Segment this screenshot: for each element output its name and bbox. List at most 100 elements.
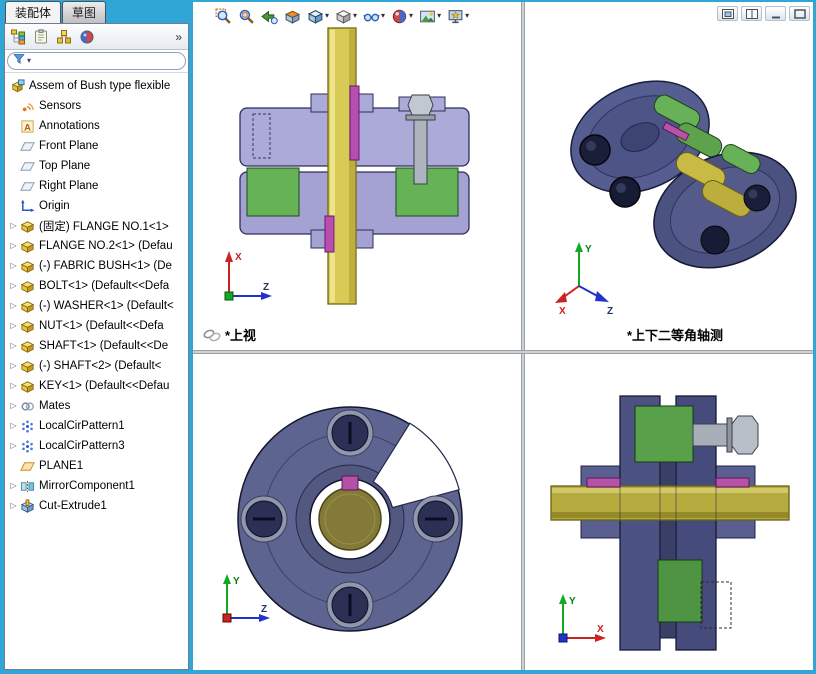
dropdown-caret-icon[interactable]: ▾ — [325, 12, 329, 20]
zoom-area-icon[interactable] — [236, 6, 257, 27]
view-link-icon — [203, 329, 221, 342]
tree-item-mirrorcomponent1[interactable]: ▷ MirrorComponent1 — [5, 476, 188, 496]
view-orientation-icon[interactable]: ▾ — [305, 6, 331, 27]
tree-item-flange-no-2-1-defau[interactable]: ▷ FLANGE NO.2<1> (Defau — [5, 236, 188, 256]
pattern-icon — [20, 439, 35, 454]
feature-tree: Assem of Bush type flexible Sensors A Anno… — [5, 73, 188, 669]
tree-item-shaft-2-default[interactable]: ▷ (-) SHAFT<2> (Default< — [5, 356, 188, 376]
expand-arrow-icon[interactable]: ▷ — [7, 402, 20, 410]
expand-arrow-icon[interactable]: ▷ — [7, 442, 20, 450]
expand-arrow-icon[interactable]: ▷ — [7, 302, 20, 310]
tree-item-localcirpattern3[interactable]: ▷ LocalCirPattern3 — [5, 436, 188, 456]
viewport-pane-top-view[interactable]: X Z *上视 — [193, 2, 521, 350]
tree-item-label: Top Plane — [39, 160, 91, 172]
tree-item-localcirpattern1[interactable]: ▷ LocalCirPattern1 — [5, 416, 188, 436]
viewport-vertical-splitter[interactable] — [521, 2, 525, 670]
view-settings-icon[interactable]: ▾ — [445, 6, 471, 27]
expand-arrow-icon[interactable]: ▷ — [7, 482, 20, 490]
expand-arrow-icon[interactable]: ▷ — [7, 262, 20, 270]
tree-item-fabric-bush-1-de[interactable]: ▷ (-) FABRIC BUSH<1> (De — [5, 256, 188, 276]
expand-arrow-icon[interactable]: ▷ — [7, 282, 20, 290]
expand-arrow-icon[interactable]: ▷ — [7, 242, 20, 250]
dropdown-caret-icon[interactable]: ▾ — [409, 12, 413, 20]
tree-item-front-plane[interactable]: Front Plane — [5, 136, 188, 156]
filter-funnel-icon[interactable] — [13, 52, 25, 70]
viewport-pane-dimetric-view[interactable]: Y X Z *上下二等角轴测 — [525, 2, 813, 350]
viewport-horizontal-splitter[interactable] — [193, 350, 813, 354]
restore-pane-icon[interactable] — [717, 6, 738, 21]
cut-icon — [20, 498, 35, 514]
svg-text:Z: Z — [607, 306, 613, 317]
tree-item-washer-1-default[interactable]: ▷ (-) WASHER<1> (Default< — [5, 296, 188, 316]
tree-item-right-plane[interactable]: Right Plane — [5, 176, 188, 196]
featuremanager-tree-icon[interactable] — [8, 27, 28, 47]
display-style-icon[interactable]: ▾ — [333, 6, 359, 27]
tree-item-plane1[interactable]: PLANE1 — [5, 456, 188, 476]
dropdown-caret-icon[interactable]: ▾ — [465, 12, 469, 20]
maximize-window-icon[interactable] — [789, 6, 810, 21]
expand-arrow-icon[interactable]: ▷ — [7, 222, 20, 230]
dropdown-caret-icon[interactable]: ▾ — [437, 12, 441, 20]
tree-item-label: Mates — [39, 400, 71, 412]
expand-arrow-icon[interactable]: ▷ — [7, 322, 20, 330]
previous-view-icon[interactable] — [259, 6, 280, 27]
toolbar-overflow-chevron[interactable]: » — [172, 31, 185, 43]
displaymanager-icon[interactable] — [77, 27, 97, 47]
part-icon — [20, 279, 35, 294]
expand-arrow-icon[interactable]: ▷ — [7, 362, 20, 370]
view-label-dimetric: *上下二等角轴测 — [627, 328, 723, 343]
keyway — [341, 475, 359, 491]
tree-item-origin[interactable]: Origin — [5, 196, 188, 216]
tree-item-key-1-default-defau[interactable]: ▷ KEY<1> (Default<<Defau — [5, 376, 188, 396]
minimize-window-icon[interactable] — [765, 6, 786, 21]
expand-arrow-icon[interactable]: ▷ — [7, 502, 20, 510]
zoom-fit-icon[interactable] — [213, 6, 234, 27]
tree-item-annotations[interactable]: A Annotations — [5, 116, 188, 136]
dropdown-caret-icon[interactable]: ▾ — [381, 12, 385, 20]
viewport-pane-front-view[interactable]: Y Z — [193, 354, 521, 670]
tree-item-shaft-1-default-de[interactable]: ▷ SHAFT<1> (Default<<De — [5, 336, 188, 356]
tree-filter-field[interactable]: ▾ — [7, 52, 186, 70]
tree-item-root-assembly[interactable]: Assem of Bush type flexible — [5, 76, 188, 96]
tab-assembly[interactable]: 装配体 — [5, 1, 62, 23]
section-view-icon[interactable] — [282, 6, 303, 27]
part-icon — [20, 379, 35, 394]
tree-item-label: Front Plane — [39, 140, 99, 152]
bolt-head-left — [240, 495, 288, 543]
front-view-canvas[interactable]: Y Z — [193, 354, 521, 670]
top-view-canvas[interactable]: X Z *上视 — [193, 2, 521, 350]
heads-up-toolbar: ▾ ▾ ▾ ▾ ▾ ▾ — [213, 4, 471, 28]
tree-item-mates[interactable]: ▷ Mates — [5, 396, 188, 416]
tree-item-nut-1-default-defa[interactable]: ▷ NUT<1> (Default<<Defa — [5, 316, 188, 336]
tree-item-sensors[interactable]: Sensors — [5, 96, 188, 116]
viewport-pane-side-view[interactable]: Y X — [525, 354, 813, 670]
solidworks-window: 装配体 草图 » ▾ Assem of Bush type flexible S… — [0, 0, 816, 674]
hide-show-items-icon[interactable]: ▾ — [361, 6, 387, 27]
svg-text:Y: Y — [585, 244, 592, 255]
tree-item-top-plane[interactable]: Top Plane — [5, 156, 188, 176]
tree-item-label: Assem of Bush type flexible — [29, 80, 171, 92]
tab-sketch[interactable]: 草图 — [62, 1, 107, 23]
dimetric-view-canvas[interactable]: Y X Z *上下二等角轴测 — [525, 2, 813, 350]
edit-appearance-icon[interactable]: ▾ — [389, 6, 415, 27]
origin-icon — [20, 198, 35, 214]
propertymanager-icon[interactable] — [31, 27, 51, 47]
tree-item-bolt-1-default-defa[interactable]: ▷ BOLT<1> (Default<<Defa — [5, 276, 188, 296]
split-pane-icon[interactable] — [741, 6, 762, 21]
tree-item-flange-no-1-1[interactable]: ▷ (固定) FLANGE NO.1<1> — [5, 216, 188, 236]
tree-item-cut-extrude1[interactable]: ▷ Cut-Extrude1 — [5, 496, 188, 516]
graphics-area[interactable]: X Z *上视 Y X Z *上下二等角轴测 Y Z Y X ▾ ▾ ▾ ▾ ▾… — [193, 2, 813, 670]
side-view-canvas[interactable]: Y X — [525, 354, 813, 670]
expand-arrow-icon[interactable]: ▷ — [7, 422, 20, 430]
filter-caret-icon[interactable]: ▾ — [27, 57, 31, 65]
apply-scene-icon[interactable]: ▾ — [417, 6, 443, 27]
tree-filter-input[interactable] — [33, 54, 180, 68]
tree-item-label: PLANE1 — [39, 460, 84, 472]
assembly-icon — [10, 78, 25, 94]
feature-manager-body: » ▾ Assem of Bush type flexible Sensors A… — [4, 23, 189, 670]
command-tab-bar: 装配体 草图 — [4, 1, 189, 23]
expand-arrow-icon[interactable]: ▷ — [7, 342, 20, 350]
expand-arrow-icon[interactable]: ▷ — [7, 382, 20, 390]
configurationmanager-icon[interactable] — [54, 27, 74, 47]
dropdown-caret-icon[interactable]: ▾ — [353, 12, 357, 20]
